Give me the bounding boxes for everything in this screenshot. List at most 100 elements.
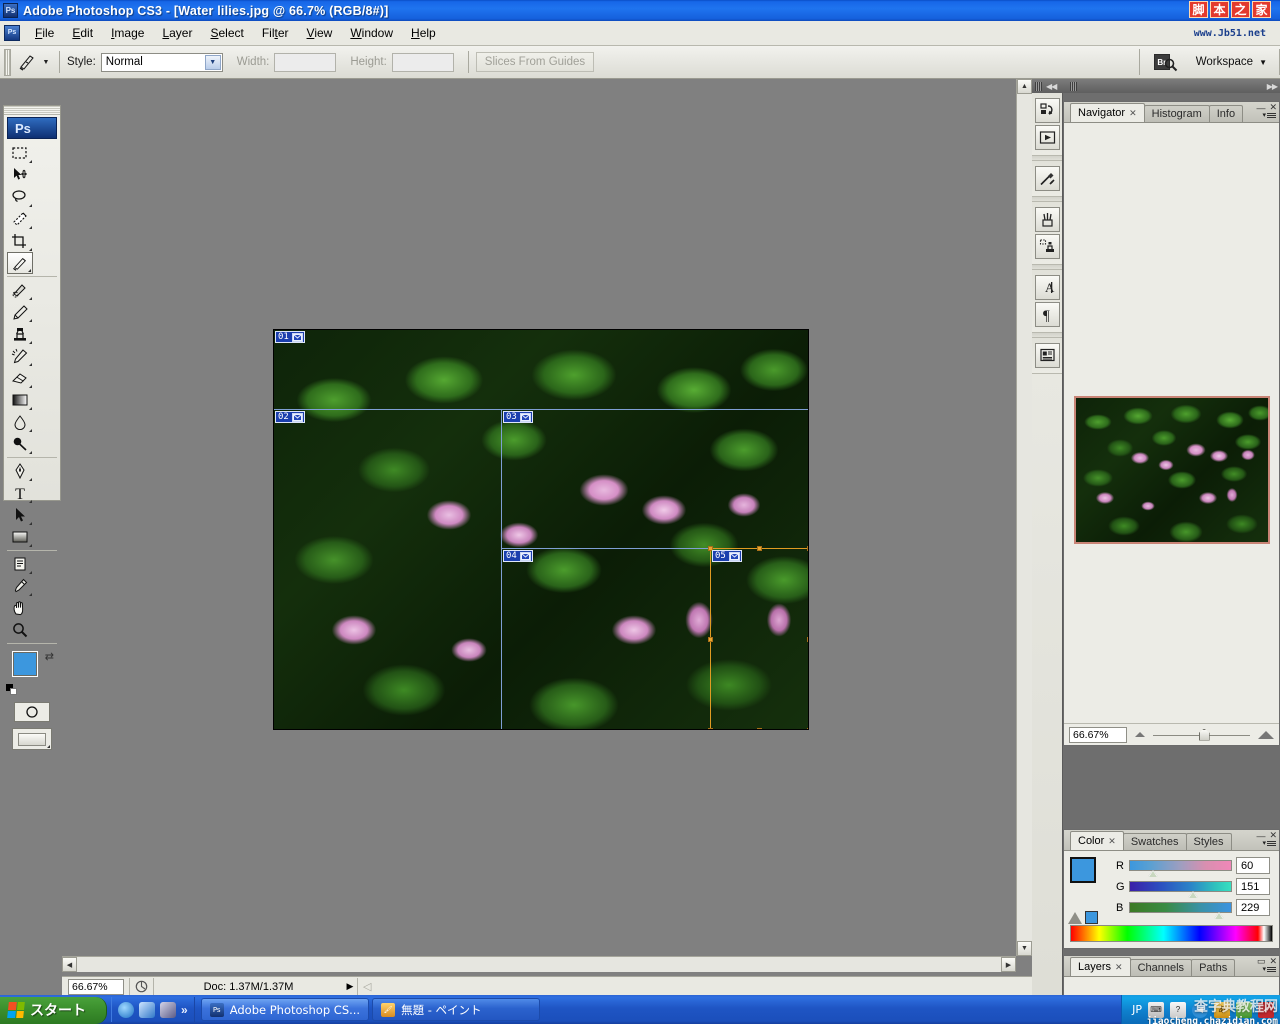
foreground-color-swatch[interactable]	[13, 652, 37, 676]
toolbox-gripper[interactable]	[4, 106, 60, 115]
default-colors-icon[interactable]	[6, 684, 17, 695]
tool-path-selection[interactable]	[7, 504, 33, 526]
image-canvas[interactable]: 01 02 03 04	[273, 329, 809, 730]
tool-crop[interactable]	[7, 230, 33, 252]
clone-source-icon[interactable]	[1035, 234, 1060, 259]
scroll-right-icon[interactable]: ▶	[1001, 957, 1016, 972]
channel-value-r[interactable]: 60	[1236, 857, 1270, 874]
navigator-panel-menu-icon[interactable]: ▾	[1262, 111, 1276, 119]
task-button-photoshop[interactable]: Ps Adobe Photoshop CS...	[201, 998, 369, 1021]
dock-gripper-1[interactable]	[1035, 82, 1042, 91]
show-hidden-icons-icon[interactable]: ◀	[1192, 1002, 1208, 1018]
go-to-bridge-icon[interactable]: Br	[1154, 52, 1178, 73]
collapse-left-chevron-icon[interactable]: ◀◀	[1046, 82, 1056, 91]
tool-gradient[interactable]	[7, 389, 33, 411]
keyboard-icon[interactable]: ⌨	[1148, 1002, 1164, 1018]
tool-slice[interactable]	[7, 252, 33, 274]
swap-colors-icon[interactable]: ⇄	[45, 650, 54, 663]
channel-value-g[interactable]: 151	[1236, 878, 1270, 895]
tool-eyedropper[interactable]	[7, 575, 33, 597]
tab-channels[interactable]: Channels	[1130, 959, 1192, 976]
scroll-up-icon[interactable]: ▲	[1017, 79, 1032, 94]
slice-badge-04[interactable]: 04	[503, 550, 533, 562]
menu-window[interactable]: Window	[341, 24, 402, 42]
slice-handle-sw[interactable]	[708, 728, 713, 730]
slice-handle-n[interactable]	[757, 546, 762, 551]
layers-panel-menu-icon[interactable]: ▾	[1262, 965, 1276, 973]
navigator-body[interactable]	[1064, 123, 1279, 723]
status-menu-arrow-icon[interactable]: ▶	[343, 981, 357, 992]
close-icon[interactable]: ✕	[1108, 836, 1116, 847]
menu-select[interactable]: Select	[201, 24, 252, 42]
tool-move[interactable]	[7, 164, 33, 186]
tool-clone-stamp[interactable]	[7, 323, 33, 345]
slice-tool-icon[interactable]	[14, 50, 40, 74]
height-input[interactable]	[392, 53, 454, 72]
tool-pen[interactable]	[7, 460, 33, 482]
tool-lasso[interactable]	[7, 186, 33, 208]
tool-type[interactable]: T	[7, 482, 33, 504]
workspace-button[interactable]: Workspace ▼	[1196, 56, 1279, 68]
gamut-substitute-swatch[interactable]	[1085, 911, 1098, 924]
scroll-left-icon[interactable]: ◀	[62, 957, 77, 972]
zoom-out-icon[interactable]	[1135, 732, 1145, 737]
document-canvas-area[interactable]: 01 02 03 04	[62, 79, 1032, 972]
tool-spot-healing-brush[interactable]	[7, 279, 33, 301]
tab-navigator[interactable]: Navigator ✕	[1070, 103, 1145, 122]
width-input[interactable]	[274, 53, 336, 72]
tool-rectangle-shape[interactable]	[7, 526, 33, 548]
menu-file[interactable]: File	[26, 24, 63, 42]
navigator-zoom-field[interactable]: 66.67%	[1069, 727, 1127, 743]
channel-slider-b[interactable]	[1129, 902, 1232, 913]
start-button[interactable]: スタート	[0, 997, 107, 1024]
menu-filter[interactable]: Filter	[253, 24, 298, 42]
menu-layer[interactable]: Layer	[153, 24, 201, 42]
show-more-quicklaunch-icon[interactable]: »	[181, 1003, 188, 1017]
help-icon[interactable]: ?	[1170, 1002, 1186, 1018]
tool-blur[interactable]	[7, 411, 33, 433]
tool-preset-chevron-down-icon[interactable]: ▼	[40, 50, 52, 74]
navigator-zoom-slider[interactable]	[1153, 727, 1250, 743]
canvas-vertical-scrollbar[interactable]: ▲ ▼	[1016, 79, 1032, 956]
character-icon[interactable]: A	[1035, 275, 1060, 300]
slice-badge-03[interactable]: 03	[503, 411, 533, 423]
tab-layers[interactable]: Layers ✕	[1070, 957, 1131, 976]
network-icon[interactable]	[1236, 1002, 1252, 1018]
dock-gripper-2[interactable]	[1070, 82, 1077, 91]
close-icon[interactable]: ✕	[1129, 108, 1137, 119]
tab-swatches[interactable]: Swatches	[1123, 833, 1187, 850]
tool-notes[interactable]	[7, 553, 33, 575]
document-icon[interactable]: Ps	[4, 25, 20, 41]
tool-history-brush[interactable]	[7, 345, 33, 367]
close-icon[interactable]: ✕	[1115, 962, 1123, 973]
zoom-slider-knob[interactable]	[1199, 729, 1210, 741]
slice-handle-se[interactable]	[807, 728, 809, 730]
channel-value-b[interactable]: 229	[1236, 899, 1270, 916]
channel-slider-r[interactable]	[1129, 860, 1232, 871]
media-player-icon[interactable]	[160, 1002, 176, 1018]
tool-magic-wand[interactable]	[7, 208, 33, 230]
internet-explorer-icon[interactable]	[118, 1002, 134, 1018]
paragraph-icon[interactable]: ¶	[1035, 302, 1060, 327]
zoom-in-icon[interactable]	[1258, 731, 1274, 739]
slice-badge-05[interactable]: 05	[712, 550, 742, 562]
layer-comps-icon[interactable]	[1035, 343, 1060, 368]
brushes-icon[interactable]	[1035, 207, 1060, 232]
history-icon[interactable]	[1035, 98, 1060, 123]
menu-view[interactable]: View	[298, 24, 342, 42]
quick-mask-mode-button[interactable]	[14, 702, 50, 722]
chevron-down-icon[interactable]: ▼	[205, 55, 221, 70]
out-of-gamut-warning[interactable]	[1068, 911, 1098, 924]
status-resize-grip[interactable]: ◁	[357, 978, 376, 996]
canvas-horizontal-scrollbar[interactable]: ◀ ▶	[62, 956, 1016, 972]
tab-info[interactable]: Info	[1209, 105, 1243, 122]
outlook-express-icon[interactable]	[139, 1002, 155, 1018]
status-preview-icon-cell[interactable]	[129, 978, 153, 996]
scroll-down-icon[interactable]: ▼	[1017, 941, 1032, 956]
task-button-paint[interactable]: 🖌 無題 - ペイント	[372, 998, 540, 1021]
color-spectrum-ramp[interactable]	[1070, 925, 1273, 942]
tool-brush[interactable]	[7, 301, 33, 323]
menu-image[interactable]: Image	[102, 24, 153, 42]
slice-badge-01[interactable]: 01	[275, 331, 305, 343]
ime-icon[interactable]: あ	[1214, 1002, 1230, 1018]
